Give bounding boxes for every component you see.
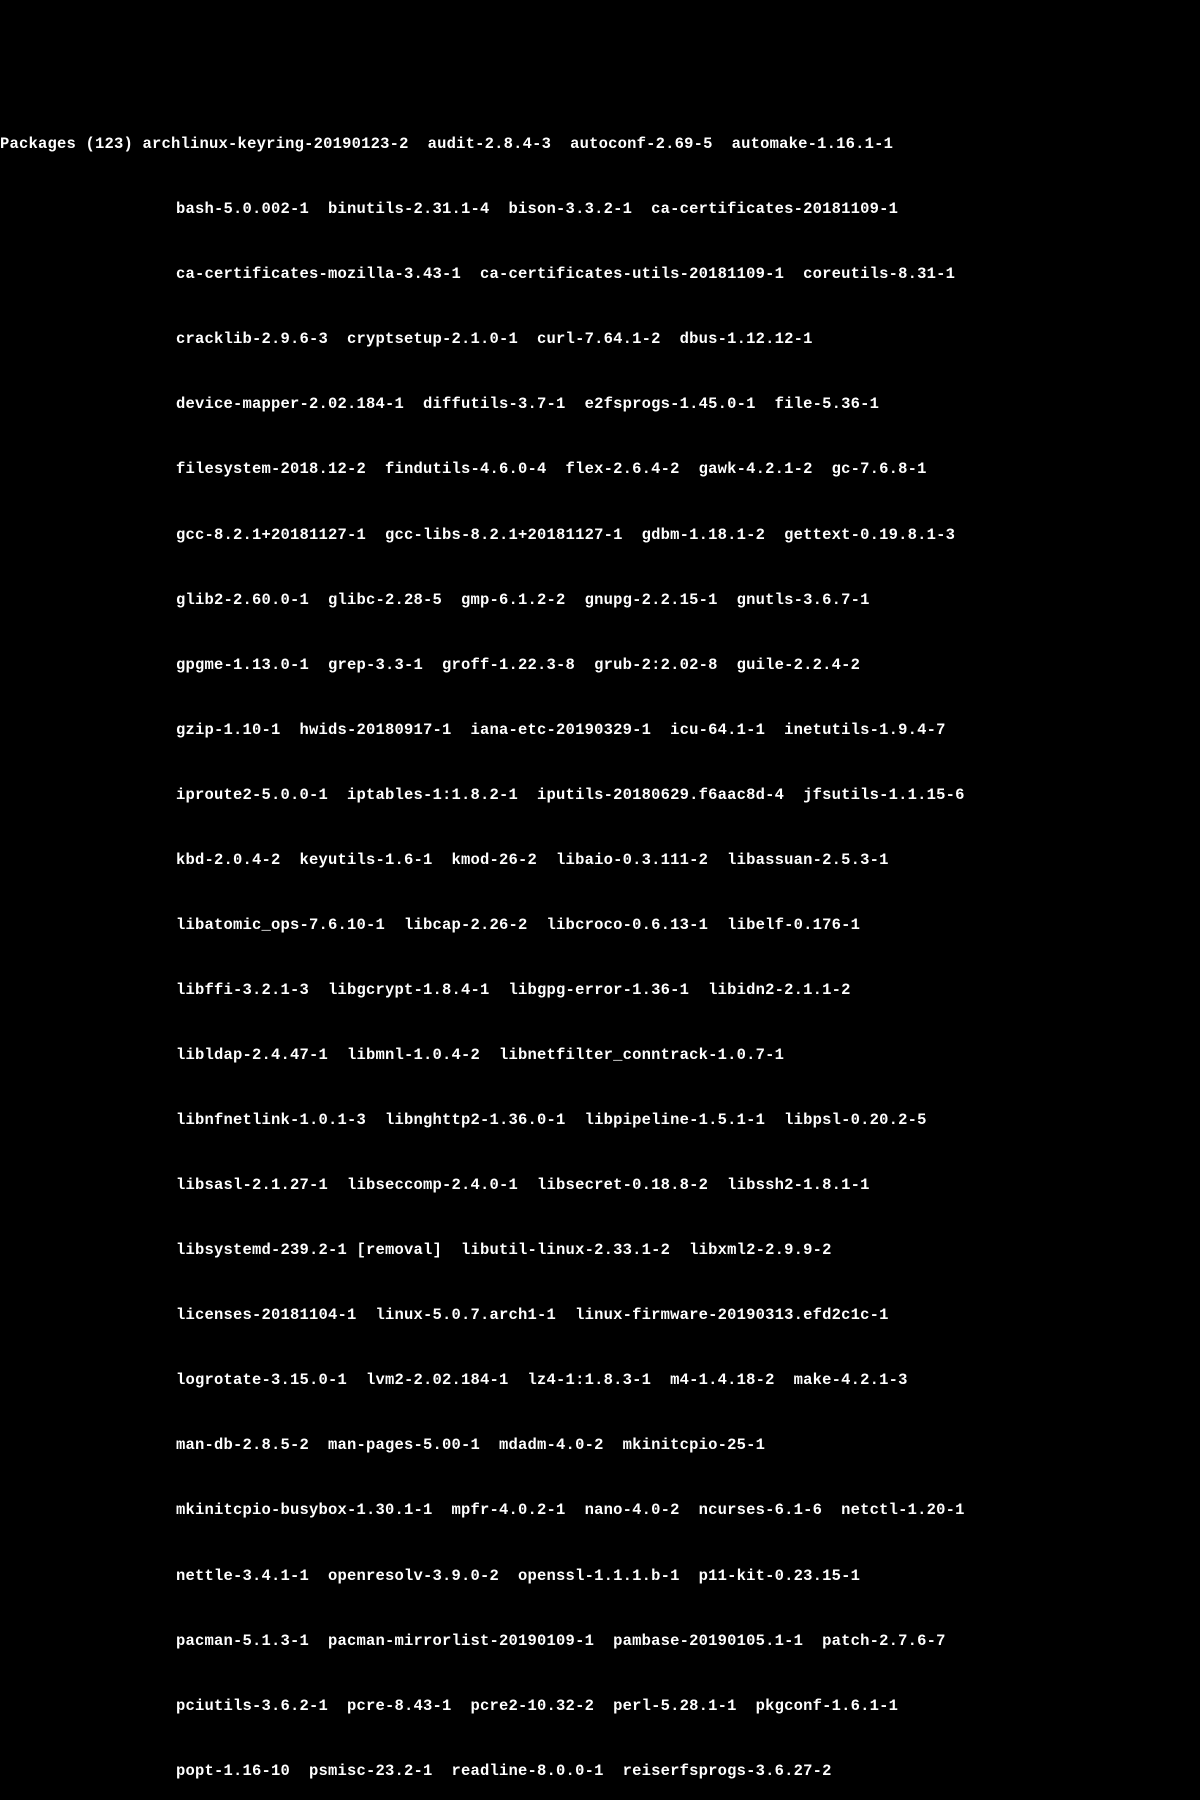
- package-line: licenses-20181104-1 linux-5.0.7.arch1-1 …: [0, 1305, 1200, 1327]
- package-line: libsystemd-239.2-1 [removal] libutil-lin…: [0, 1240, 1200, 1262]
- package-line: kbd-2.0.4-2 keyutils-1.6-1 kmod-26-2 lib…: [0, 850, 1200, 872]
- package-line: bash-5.0.002-1 binutils-2.31.1-4 bison-3…: [0, 199, 1200, 221]
- package-line: ca-certificates-mozilla-3.43-1 ca-certif…: [0, 264, 1200, 286]
- package-line: iproute2-5.0.0-1 iptables-1:1.8.2-1 iput…: [0, 785, 1200, 807]
- package-line: cracklib-2.9.6-3 cryptsetup-2.1.0-1 curl…: [0, 329, 1200, 351]
- package-line: nettle-3.4.1-1 openresolv-3.9.0-2 openss…: [0, 1566, 1200, 1588]
- package-line: gcc-8.2.1+20181127-1 gcc-libs-8.2.1+2018…: [0, 525, 1200, 547]
- package-list-block: Packages (123) archlinux-keyring-2019012…: [0, 91, 1200, 1800]
- package-line: pacman-5.1.3-1 pacman-mirrorlist-2019010…: [0, 1631, 1200, 1653]
- package-line: libldap-2.4.47-1 libmnl-1.0.4-2 libnetfi…: [0, 1045, 1200, 1067]
- package-line: libnfnetlink-1.0.1-3 libnghttp2-1.36.0-1…: [0, 1110, 1200, 1132]
- package-line: libatomic_ops-7.6.10-1 libcap-2.26-2 lib…: [0, 915, 1200, 937]
- packages-header: Packages (123): [0, 135, 133, 153]
- package-line: glib2-2.60.0-1 glibc-2.28-5 gmp-6.1.2-2 …: [0, 590, 1200, 612]
- package-line: libffi-3.2.1-3 libgcrypt-1.8.4-1 libgpg-…: [0, 980, 1200, 1002]
- package-line: gzip-1.10-1 hwids-20180917-1 iana-etc-20…: [0, 720, 1200, 742]
- package-line: archlinux-keyring-20190123-2 audit-2.8.4…: [143, 135, 894, 153]
- package-line: mkinitcpio-busybox-1.30.1-1 mpfr-4.0.2-1…: [0, 1500, 1200, 1522]
- package-line: device-mapper-2.02.184-1 diffutils-3.7-1…: [0, 394, 1200, 416]
- package-line: man-db-2.8.5-2 man-pages-5.00-1 mdadm-4.…: [0, 1435, 1200, 1457]
- package-line: libsasl-2.1.27-1 libseccomp-2.4.0-1 libs…: [0, 1175, 1200, 1197]
- package-line: filesystem-2018.12-2 findutils-4.6.0-4 f…: [0, 459, 1200, 481]
- package-line: gpgme-1.13.0-1 grep-3.3-1 groff-1.22.3-8…: [0, 655, 1200, 677]
- package-line: pciutils-3.6.2-1 pcre-8.43-1 pcre2-10.32…: [0, 1696, 1200, 1718]
- package-line: logrotate-3.15.0-1 lvm2-2.02.184-1 lz4-1…: [0, 1370, 1200, 1392]
- package-line: popt-1.16-10 psmisc-23.2-1 readline-8.0.…: [0, 1761, 1200, 1783]
